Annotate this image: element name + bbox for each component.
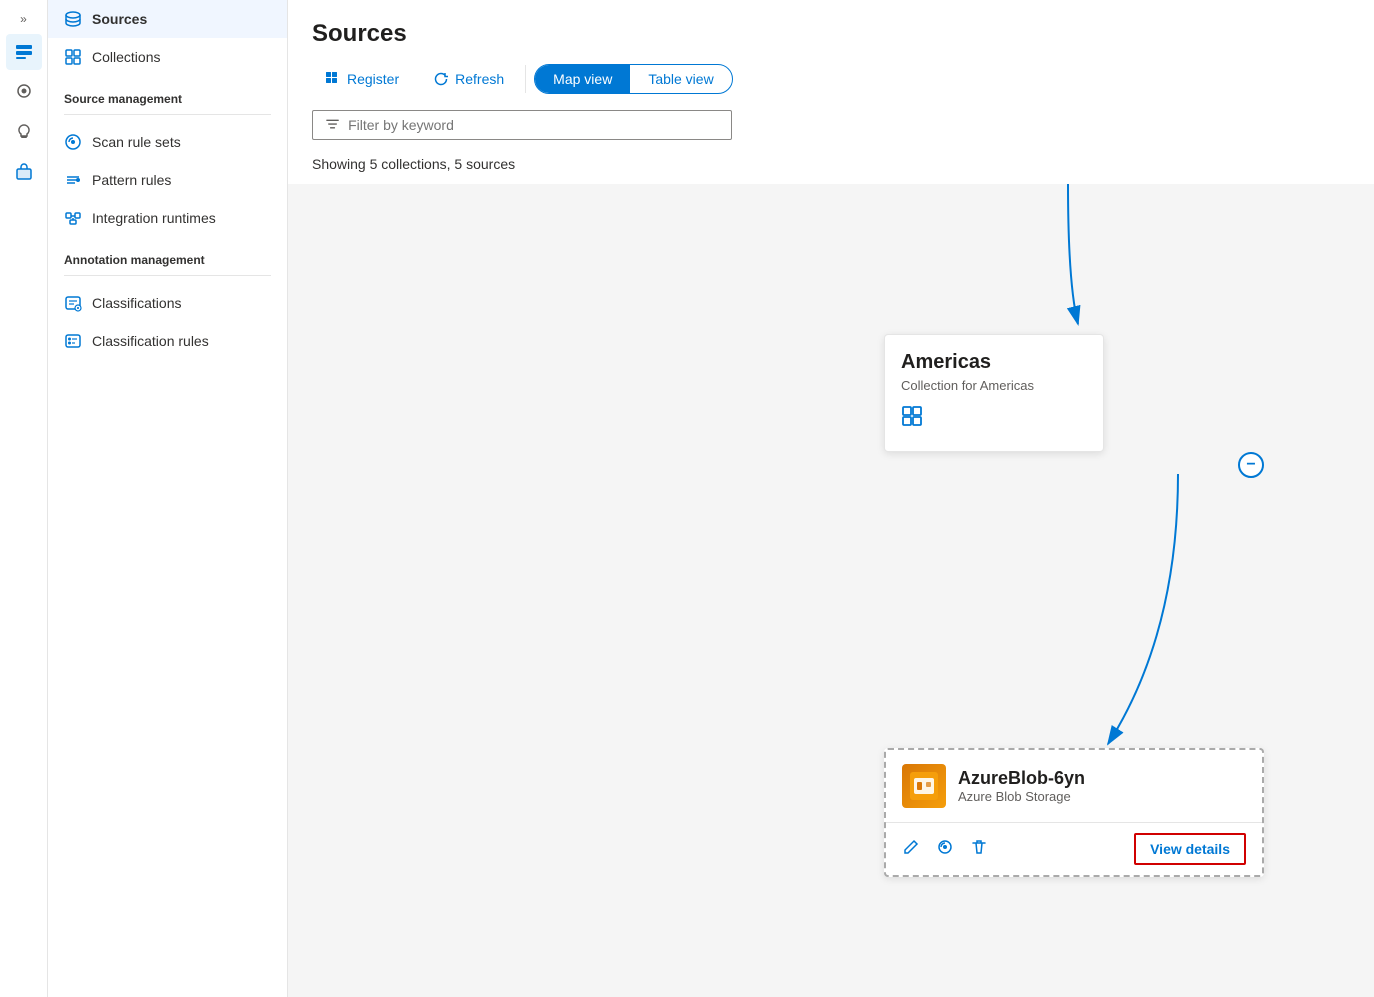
delete-icon[interactable]: [970, 838, 988, 861]
classifications-icon: [64, 294, 82, 312]
icon-rail: »: [0, 0, 48, 997]
map-icon[interactable]: [6, 74, 42, 110]
sidebar-item-classification-rules[interactable]: Classification rules: [48, 322, 287, 360]
table-view-button[interactable]: Table view: [630, 65, 731, 93]
integration-runtimes-label: Integration runtimes: [92, 210, 216, 226]
integration-runtimes-icon: [64, 209, 82, 227]
sources-nav-icon: [64, 10, 82, 28]
filter-bar: [288, 110, 1374, 152]
map-canvas[interactable]: Americas Collection for Americas −: [288, 184, 1374, 997]
lightbulb-icon[interactable]: [6, 114, 42, 150]
register-button[interactable]: Register: [312, 64, 412, 94]
scan-rule-sets-icon: [64, 133, 82, 151]
azure-blob-icon: [902, 764, 946, 808]
sidebar: Sources Collections Source management Sc…: [48, 0, 288, 997]
sidebar-divider-2: [64, 275, 271, 276]
sidebar-item-integration-runtimes[interactable]: Integration runtimes: [48, 199, 287, 237]
refresh-button[interactable]: Refresh: [420, 64, 517, 94]
register-icon: [325, 71, 341, 87]
collection-card: Americas Collection for Americas: [884, 334, 1104, 452]
classification-rules-label: Classification rules: [92, 333, 209, 349]
toolbar: Register Refresh Map view Table view: [312, 64, 1350, 94]
source-management-label: Source management: [48, 76, 287, 114]
classification-rules-icon: [64, 332, 82, 350]
collection-card-subtitle: Collection for Americas: [901, 378, 1087, 393]
edit-icon[interactable]: [902, 838, 920, 861]
sidebar-item-scan-rule-sets[interactable]: Scan rule sets: [48, 123, 287, 161]
pattern-rules-icon: [64, 171, 82, 189]
classifications-label: Classifications: [92, 295, 181, 311]
collection-grid-icon[interactable]: [901, 405, 1087, 435]
showing-text: Showing 5 collections, 5 sources: [288, 152, 1374, 184]
collapse-rail-button[interactable]: »: [16, 8, 31, 30]
sidebar-collections-label: Collections: [92, 49, 160, 65]
sidebar-item-sources[interactable]: Sources: [48, 0, 287, 38]
sidebar-divider-1: [64, 114, 271, 115]
catalog-icon[interactable]: [6, 34, 42, 70]
source-card-actions: View details: [886, 823, 1262, 875]
scan-rule-sets-label: Scan rule sets: [92, 134, 181, 150]
filter-icon: [325, 117, 340, 133]
pattern-rules-label: Pattern rules: [92, 172, 171, 188]
main-header: Sources Register Refresh Ma: [288, 0, 1374, 110]
briefcase-icon[interactable]: [6, 154, 42, 190]
sidebar-item-pattern-rules[interactable]: Pattern rules: [48, 161, 287, 199]
scan-icon[interactable]: [936, 838, 954, 861]
source-type: Azure Blob Storage: [958, 789, 1085, 804]
view-toggle: Map view Table view: [534, 64, 733, 94]
page-title: Sources: [312, 20, 1350, 48]
annotation-management-label: Annotation management: [48, 237, 287, 275]
search-input[interactable]: [348, 117, 719, 133]
sidebar-item-classifications[interactable]: Classifications: [48, 284, 287, 322]
source-name: AzureBlob-6yn: [958, 768, 1085, 789]
source-card: AzureBlob-6yn Azure Blob Storage: [884, 748, 1264, 877]
sidebar-sources-label: Sources: [92, 11, 147, 27]
toolbar-divider: [525, 65, 526, 93]
view-details-button[interactable]: View details: [1134, 833, 1246, 865]
refresh-icon: [433, 71, 449, 87]
map-view-button[interactable]: Map view: [535, 65, 630, 93]
source-card-header: AzureBlob-6yn Azure Blob Storage: [886, 750, 1262, 823]
filter-input-wrap: [312, 110, 732, 140]
collapse-button[interactable]: −: [1238, 452, 1264, 478]
main-content: Sources Register Refresh Ma: [288, 0, 1374, 997]
sidebar-item-collections[interactable]: Collections: [48, 38, 287, 76]
collection-card-title: Americas: [901, 351, 1087, 374]
collections-nav-icon: [64, 48, 82, 66]
